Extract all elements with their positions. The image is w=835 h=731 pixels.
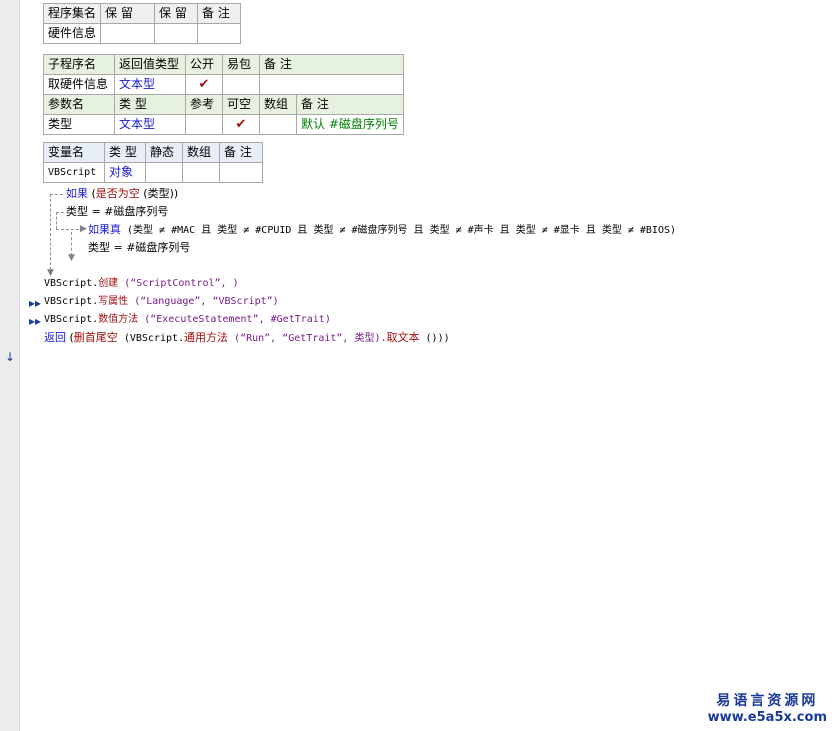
sub-header-public: 公开 [185,54,223,75]
param-reference-cell[interactable] [185,114,223,135]
sub-header-note: 备 注 [259,54,404,75]
var-header-note: 备 注 [219,142,263,163]
flow-line [56,212,64,213]
assembly-reserve2-cell[interactable] [154,23,199,44]
sub-header-easy-package: 易包 [222,54,260,75]
code-line-if-true[interactable]: 如果真 (类型 ≠ #MAC 且 类型 ≠ #CPUID 且 类型 ≠ #磁盘序… [88,221,676,240]
sub-header-name: 子程序名 [43,54,115,75]
param-note-cell[interactable]: 默认 #磁盘序列号 [296,114,404,135]
function-name: 通用方法 [184,331,229,344]
keyword: 如果真 [88,223,121,236]
assembly-table: 程序集名 保 留 保 留 备 注 硬件信息 [42,3,242,44]
assembly-header-reserve1: 保 留 [100,3,156,24]
param-nullable-check[interactable]: ✔ [222,114,260,135]
flow-arrow-right-icon: ▶ [80,224,87,234]
assembly-note-cell[interactable] [197,23,242,44]
code-line-assign[interactable]: 类型 = #磁盘序列号 [88,239,190,257]
var-array-cell[interactable] [182,162,220,183]
line-gutter [0,0,20,731]
code-line-if[interactable]: 如果 (是否为空 (类型)) [66,185,178,203]
keyword: 返回 [44,331,66,344]
sub-note-cell[interactable] [259,74,404,95]
function-name: 创建 [98,278,119,289]
flow-arrow-down-icon: ▼ [68,253,75,263]
sub-name-cell[interactable]: 取硬件信息 [43,74,115,95]
param-header-type: 类 型 [114,94,186,115]
var-static-cell[interactable] [145,162,183,183]
assembly-name-cell[interactable]: 硬件信息 [42,23,102,44]
flow-line [56,212,57,229]
watermark-title: 易语言资源网 [716,693,819,709]
code-line-numeric-method[interactable]: VBScript.数值方法 (“ExecuteStatement”, #GetT… [44,311,331,329]
function-name: 取文本 [386,331,420,344]
assembly-header-reserve2: 保 留 [154,3,199,24]
current-line-arrow-icon: ↓ [5,350,16,364]
assembly-reserve1-cell[interactable] [100,23,156,44]
function-name: 数值方法 [98,314,139,325]
code-line-create[interactable]: VBScript.创建 (“ScriptControl”, ) [44,275,239,293]
breakpoint-marker-icon[interactable]: ▸▸ [29,315,41,327]
var-note-cell[interactable] [219,162,263,183]
param-header-array: 数组 [259,94,297,115]
var-header-type: 类 型 [104,142,146,163]
param-type-cell[interactable]: 文本型 [114,114,186,135]
param-header-reference: 参考 [185,94,223,115]
var-name-cell[interactable]: VBScript [43,162,105,183]
code-line-return[interactable]: 返回 (删首尾空 (VBScript.通用方法 (“Run”, “GetTrai… [44,329,450,348]
function-name: 是否为空 [95,187,140,200]
sub-public-check[interactable]: ✔ [185,74,223,95]
param-header-note: 备 注 [296,94,404,115]
assembly-header-name: 程序集名 [42,3,102,24]
watermark-logo: 易语言资源网 www.e5a5x.com [708,690,827,725]
assembly-header-note: 备 注 [197,3,242,24]
param-header-nullable: 可空 [222,94,260,115]
var-header-static: 静态 [145,142,183,163]
subroutine-table: 子程序名 返回值类型 公开 易包 备 注 取硬件信息 文本型 ✔ 参数名 类 型… [43,54,404,135]
sub-easy-package-cell[interactable] [222,74,260,95]
flow-line [50,194,63,195]
sub-return-type-cell[interactable]: 文本型 [114,74,186,95]
var-header-name: 变量名 [43,142,105,163]
var-header-array: 数组 [182,142,220,163]
code-line-assign[interactable]: 类型 = #磁盘序列号 [66,203,168,221]
function-name: 删首尾空 [73,331,118,344]
var-type-cell[interactable]: 对象 [104,162,146,183]
function-name: 写属性 [98,296,129,307]
code-line-write-property[interactable]: VBScript.写属性 (“Language”, “VBScript”) [44,293,279,311]
param-name-cell[interactable]: 类型 [43,114,115,135]
sub-header-return-type: 返回值类型 [114,54,186,75]
keyword: 如果 [66,187,88,200]
breakpoint-marker-icon[interactable]: ▸▸ [29,297,41,309]
watermark-url: www.e5a5x.com [707,710,827,725]
param-array-cell[interactable] [259,114,297,135]
variable-table: 变量名 类 型 静态 数组 备 注 VBScript 对象 [43,142,263,183]
flow-line [50,194,51,270]
param-header-name: 参数名 [43,94,115,115]
